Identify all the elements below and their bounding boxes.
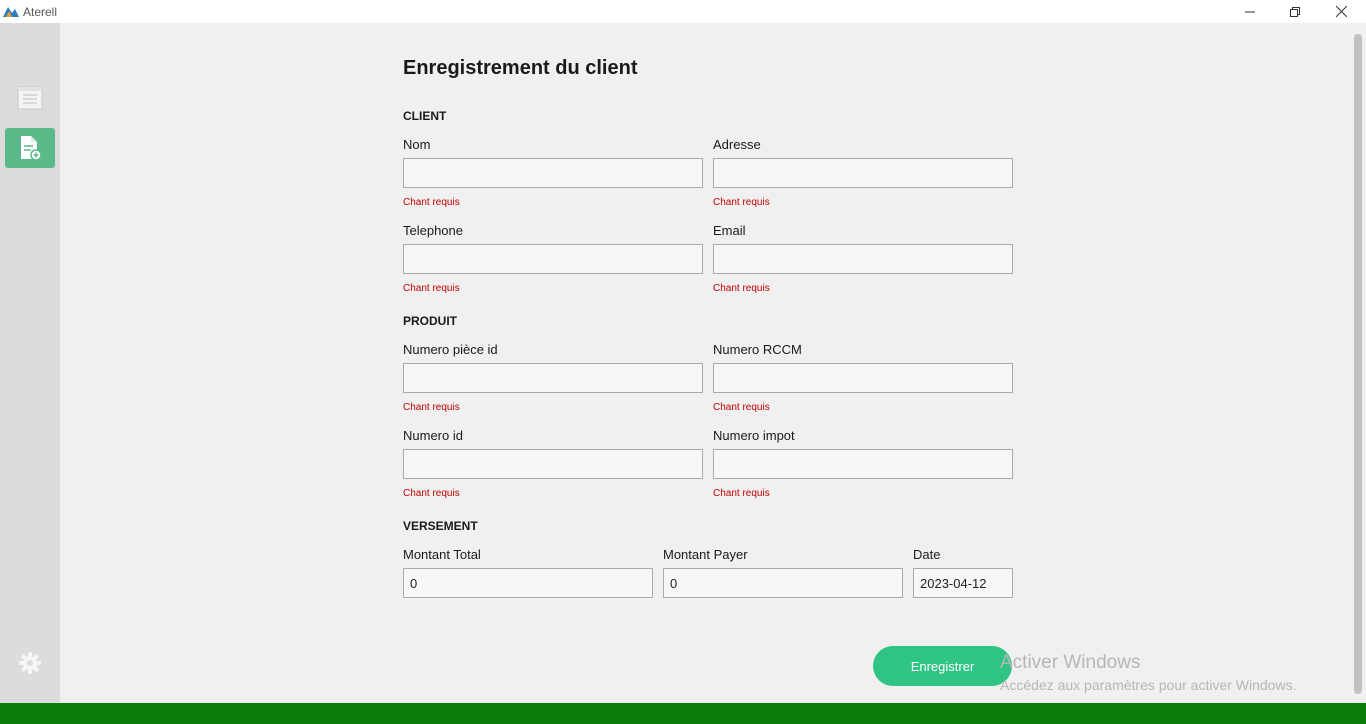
numero-rccm-error: Chant requis [713, 402, 770, 413]
numero-id-label: Numero id [403, 428, 463, 443]
date-label: Date [913, 547, 941, 562]
activation-watermark-title: Activer Windows [1000, 652, 1141, 673]
email-input[interactable] [713, 244, 1013, 274]
restore-button[interactable] [1272, 0, 1318, 23]
list-icon [17, 86, 43, 110]
minimize-icon [1245, 11, 1255, 12]
numero-piece-id-error: Chant requis [403, 402, 460, 413]
restore-icon [1290, 6, 1300, 17]
email-label: Email [713, 223, 746, 238]
montant-payer-label: Montant Payer [663, 547, 748, 562]
window-title: Aterell [23, 5, 58, 19]
settings-button[interactable] [5, 643, 55, 683]
montant-total-label: Montant Total [403, 547, 481, 562]
minimize-button[interactable] [1227, 0, 1273, 23]
section-produit-heading: PRODUIT [403, 314, 457, 328]
montant-payer-input[interactable] [663, 568, 903, 598]
page-title: Enregistrement du client [403, 57, 638, 79]
telephone-label: Telephone [403, 223, 463, 238]
gear-icon [19, 652, 41, 674]
telephone-input[interactable] [403, 244, 703, 274]
sidebar-item-list[interactable] [5, 78, 55, 118]
close-button[interactable] [1318, 0, 1364, 23]
title-bar: Aterell [0, 0, 1366, 23]
sidebar-item-new-client[interactable] [5, 128, 55, 168]
numero-id-error: Chant requis [403, 488, 460, 499]
numero-id-input[interactable] [403, 449, 703, 479]
sidebar [0, 23, 60, 703]
numero-piece-id-label: Numero pièce id [403, 342, 498, 357]
section-client-heading: CLIENT [403, 109, 447, 123]
section-versement-heading: VERSEMENT [403, 519, 478, 533]
bottom-status-bar [0, 703, 1366, 724]
app-logo-icon [3, 7, 19, 17]
adresse-error: Chant requis [713, 197, 770, 208]
email-error: Chant requis [713, 283, 770, 294]
numero-impot-input[interactable] [713, 449, 1013, 479]
numero-impot-label: Numero impot [713, 428, 795, 443]
save-button[interactable]: Enregistrer [873, 646, 1012, 686]
numero-rccm-label: Numero RCCM [713, 342, 802, 357]
numero-impot-error: Chant requis [713, 488, 770, 499]
telephone-error: Chant requis [403, 283, 460, 294]
activation-watermark-subtitle: Accédez aux paramètres pour activer Wind… [1000, 677, 1297, 693]
adresse-input[interactable] [713, 158, 1013, 188]
numero-rccm-input[interactable] [713, 363, 1013, 393]
nom-error: Chant requis [403, 197, 460, 208]
adresse-label: Adresse [713, 137, 761, 152]
vertical-scrollbar[interactable] [1354, 34, 1362, 694]
montant-total-input[interactable] [403, 568, 653, 598]
nom-input[interactable] [403, 158, 703, 188]
numero-piece-id-input[interactable] [403, 363, 703, 393]
close-icon [1335, 6, 1347, 17]
add-document-icon [21, 136, 42, 161]
nom-label: Nom [403, 137, 431, 152]
date-input[interactable] [913, 568, 1013, 598]
